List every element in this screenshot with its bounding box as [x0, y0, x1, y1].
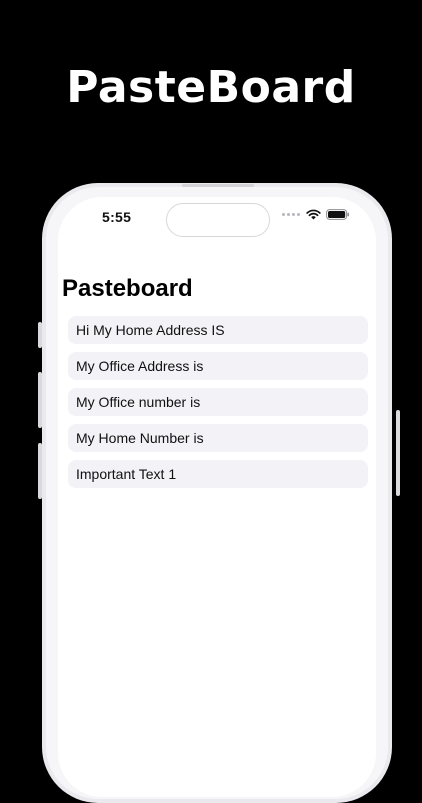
list-item[interactable]: My Office number is — [68, 388, 368, 416]
wifi-icon — [306, 209, 321, 220]
phone-frame: 5:55 Pasteboard Hi My Home Address IS My… — [42, 183, 392, 803]
dynamic-island — [166, 203, 270, 237]
pasteboard-list: Hi My Home Address IS My Office Address … — [68, 316, 368, 496]
cellular-dots-icon — [282, 213, 300, 216]
promo-title: PasteBoard — [66, 62, 356, 113]
phone-screen: 5:55 Pasteboard Hi My Home Address IS My… — [58, 197, 376, 797]
list-item[interactable]: Important Text 1 — [68, 460, 368, 488]
list-item[interactable]: My Office Address is — [68, 352, 368, 380]
list-item[interactable]: My Home Number is — [68, 424, 368, 452]
battery-icon — [326, 209, 349, 220]
power-button — [396, 410, 400, 496]
status-time: 5:55 — [102, 209, 132, 225]
status-icons — [282, 209, 350, 220]
list-item[interactable]: Hi My Home Address IS — [68, 316, 368, 344]
page-title: Pasteboard — [62, 275, 193, 302]
